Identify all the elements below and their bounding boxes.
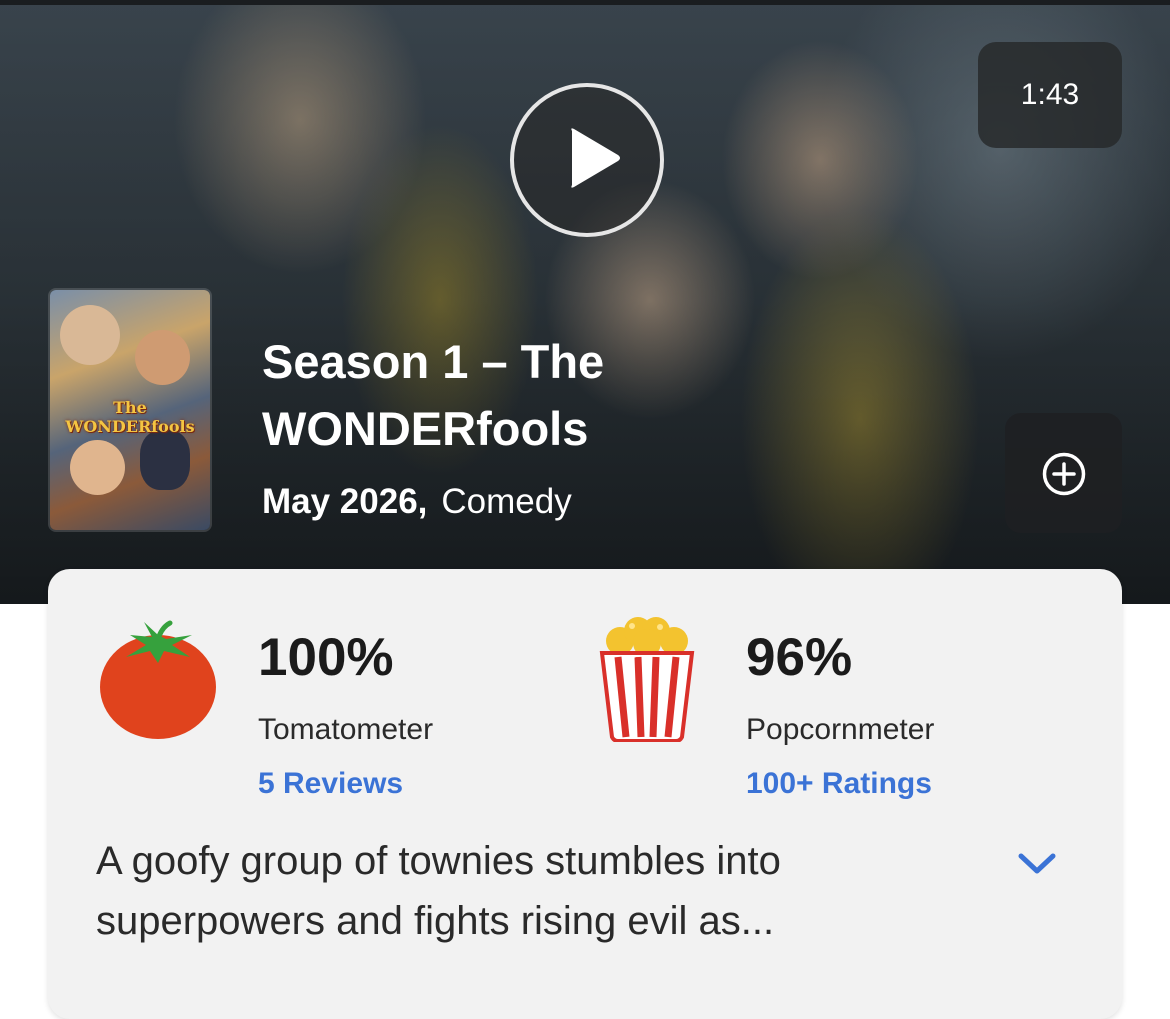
show-poster[interactable]: The WONDERfools — [50, 290, 210, 530]
poster-figure — [140, 430, 190, 490]
add-circle-icon — [1042, 452, 1086, 496]
play-icon — [571, 128, 620, 188]
genre-label: Comedy — [441, 482, 572, 521]
status-strip — [0, 0, 1170, 5]
poster-figure — [135, 330, 190, 385]
show-meta: May 2026, Comedy — [262, 482, 572, 522]
tomatometer-label: Tomatometer — [258, 713, 434, 746]
popcornmeter-ratings-link[interactable]: 100+ Ratings — [746, 767, 932, 801]
tomato-icon — [100, 620, 216, 739]
trailer-hero[interactable]: 1:43 The WONDERfools Season 1 – The WOND… — [0, 0, 1170, 604]
poster-figure — [70, 440, 125, 495]
popcornmeter-score: 96% — [746, 628, 853, 687]
page-title: Season 1 – The WONDERfools — [262, 335, 605, 455]
release-date: May 2026, — [262, 482, 428, 521]
tomatometer-score: 100% — [258, 628, 394, 687]
add-to-watchlist-button[interactable] — [1005, 413, 1122, 533]
chevron-down-icon[interactable] — [1016, 851, 1058, 877]
trailer-duration-badge: 1:43 — [978, 42, 1122, 148]
poster-logo: The WONDERfools — [65, 398, 195, 436]
play-trailer-button[interactable] — [510, 83, 664, 237]
synopsis-text: A goofy group of townies stumbles into s… — [96, 839, 781, 943]
ratings-card: 100% Tomatometer 5 Reviews 96% Popcornme… — [48, 569, 1122, 1019]
tomatometer-reviews-link[interactable]: 5 Reviews — [258, 767, 403, 801]
poster-figure — [60, 305, 120, 365]
popcornmeter-label: Popcornmeter — [746, 713, 935, 746]
popcorn-icon — [599, 617, 695, 742]
